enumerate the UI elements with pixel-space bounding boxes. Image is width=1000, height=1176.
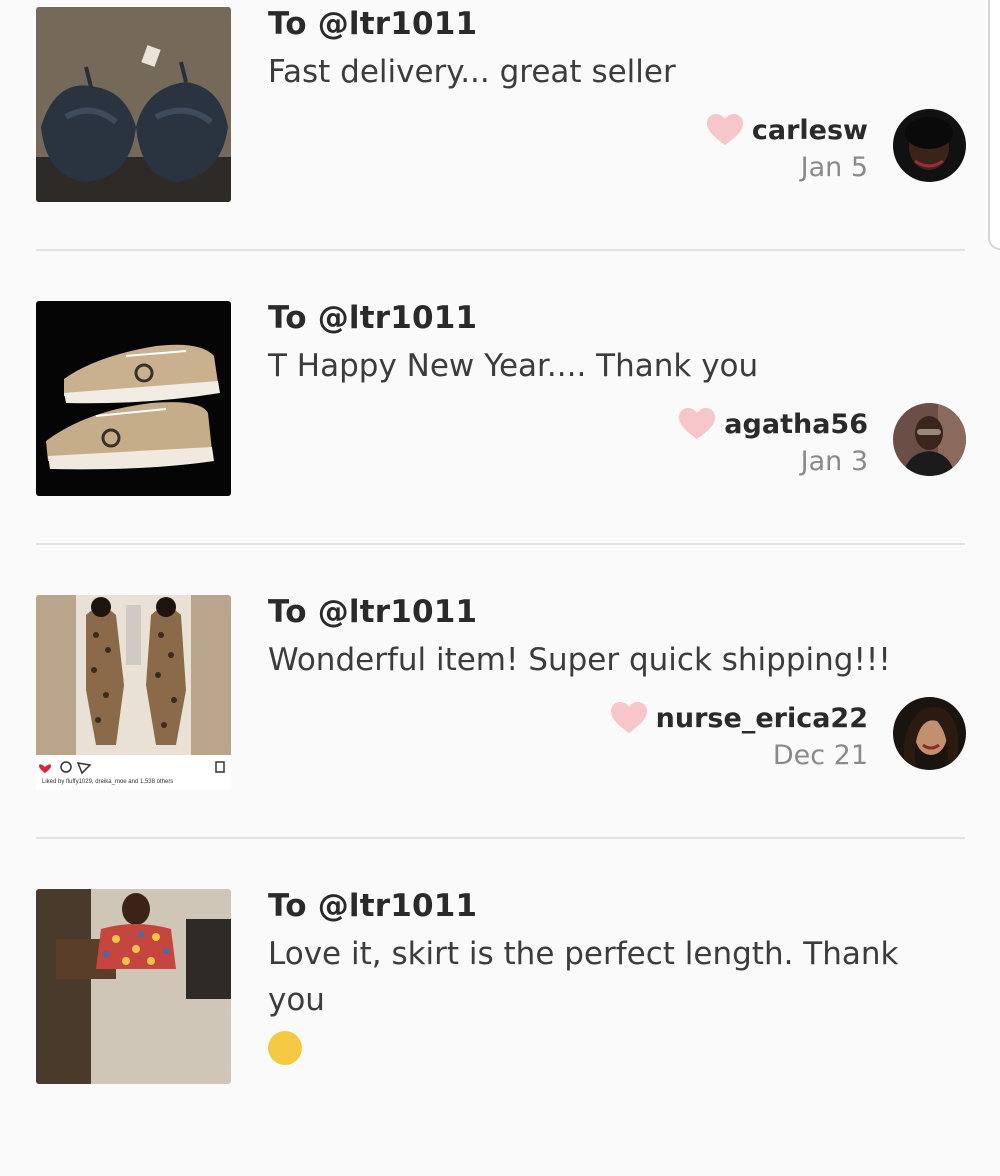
reviewer-username[interactable]: carlesw — [752, 115, 868, 146]
review-message: T Happy New Year.... Thank you — [268, 348, 759, 384]
sneakers-photo-icon — [36, 301, 231, 496]
review-item[interactable]: To @ltr1011 Love it, skirt is the perfec… — [36, 882, 966, 1176]
review-message-text: Love it, skirt is the perfect length. Th… — [268, 936, 899, 1018]
review-message: Wonderful item! Super quick shipping!!! — [268, 642, 891, 678]
recipient-label: To @ltr1011 — [268, 888, 478, 924]
reviewer-meta: nurse_erica22 Dec 21 — [610, 698, 868, 771]
heart-icon[interactable] — [678, 407, 716, 441]
listing-thumbnail[interactable] — [36, 889, 231, 1084]
divider — [36, 543, 965, 545]
outfit-photo-icon — [36, 595, 231, 790]
reviewer-username[interactable]: nurse_erica22 — [656, 703, 868, 734]
review-date: Dec 21 — [772, 740, 868, 771]
scrollbar-edge[interactable] — [988, 0, 1000, 250]
user-avatar-icon — [893, 697, 966, 770]
bra-photo-icon — [36, 7, 231, 202]
reviewer-username[interactable]: agatha56 — [724, 409, 868, 440]
avatar[interactable] — [893, 109, 966, 182]
thumb-caption: Liked by fluffy1029, dreika_moe and 1,53… — [42, 779, 174, 785]
reviewer-meta: carlesw Jan 5 — [706, 110, 868, 183]
review-message: Fast delivery... great seller — [268, 54, 676, 90]
listing-thumbnail[interactable] — [36, 7, 231, 202]
avatar[interactable] — [893, 697, 966, 770]
divider — [36, 837, 965, 839]
review-date: Jan 3 — [800, 446, 868, 477]
smiling-face-emoji-icon — [268, 1030, 302, 1065]
avatar[interactable] — [893, 403, 966, 476]
heart-icon[interactable] — [706, 113, 744, 147]
user-avatar-icon — [893, 109, 966, 182]
heart-icon[interactable] — [610, 701, 648, 735]
recipient-label: To @ltr1011 — [268, 300, 478, 336]
listing-thumbnail[interactable]: Liked by fluffy1029, dreika_moe and 1,53… — [36, 595, 231, 790]
skirt-photo-icon — [36, 889, 231, 1084]
reviewer-meta: agatha56 Jan 3 — [678, 404, 868, 477]
recipient-label: To @ltr1011 — [268, 6, 478, 42]
divider — [36, 249, 965, 251]
review-message: Love it, skirt is the perfect length. Th… — [268, 931, 948, 1069]
recipient-label: To @ltr1011 — [268, 594, 478, 630]
review-date: Jan 5 — [800, 152, 868, 183]
listing-thumbnail[interactable] — [36, 301, 231, 496]
user-avatar-icon — [893, 403, 966, 476]
